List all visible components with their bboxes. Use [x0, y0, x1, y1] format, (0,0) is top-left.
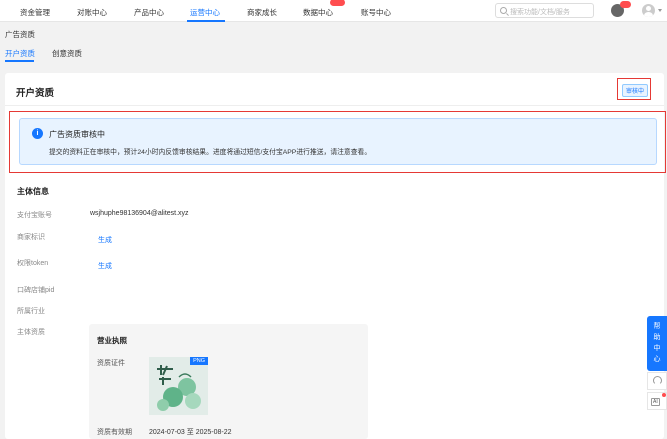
- nav-new-badge: [330, 0, 345, 6]
- validity-value: 2024-07-03 至 2025-08-22: [149, 429, 232, 436]
- top-navigation: 资金管理 对账中心 产品中心 运营中心 商家成长 数据中心 账号中心 搜索功能/…: [0, 0, 667, 22]
- info-icon: i: [32, 128, 43, 139]
- message-badge: [620, 1, 631, 8]
- field-value-alipay-account: wsjhuphe98136904@alitest.xyz: [90, 210, 189, 217]
- nav-active-indicator: [187, 20, 225, 22]
- license-image-thumbnail[interactable]: PNG: [149, 357, 208, 415]
- nav-item-growth[interactable]: 商家成长: [247, 7, 277, 18]
- help-center-button[interactable]: 帮 助 中 心: [647, 316, 667, 371]
- review-alert: i 广告资质审核中 提交的资料正在审核中，预计24小时内反馈审核结果。进度将通过…: [19, 118, 657, 165]
- field-label-koubei-pid: 口碑店铺pid: [17, 287, 55, 294]
- help-char-3: 中: [653, 345, 661, 352]
- nav-item-account[interactable]: 账号中心: [361, 7, 391, 18]
- generate-token-link[interactable]: 生成: [98, 261, 112, 271]
- section-title-entity-info: 主体信息: [17, 187, 49, 196]
- breadcrumb: 广告资质: [5, 30, 35, 39]
- validity-label: 资质有效期: [97, 429, 132, 436]
- help-char-1: 帮: [653, 323, 661, 330]
- search-box[interactable]: 搜索功能/文档/服务: [495, 3, 594, 18]
- nav-item-funds[interactable]: 资金管理: [20, 7, 50, 18]
- field-label-auth-token: 权限token: [17, 260, 49, 267]
- nav-item-reconciliation[interactable]: 对账中心: [77, 7, 107, 18]
- nav-item-operations[interactable]: 运营中心: [190, 7, 220, 18]
- headset-icon: [653, 376, 662, 385]
- ai-icon: AI: [651, 398, 660, 406]
- divider: [5, 105, 664, 106]
- cert-label: 资质证件: [97, 360, 125, 367]
- notification-dot: [662, 393, 666, 397]
- subtab-active-indicator: [5, 60, 34, 62]
- page-title: 开户资质: [16, 88, 55, 99]
- field-label-merchant-id: 商家标识: [17, 234, 45, 241]
- file-type-tag: PNG: [190, 357, 208, 365]
- alert-highlight-frame: i 广告资质审核中 提交的资料正在审核中，预计24小时内反馈审核结果。进度将通过…: [9, 111, 666, 173]
- nav-item-products[interactable]: 产品中心: [134, 7, 164, 18]
- chevron-down-icon[interactable]: [658, 9, 662, 12]
- status-highlight-frame: 审核中: [617, 78, 651, 100]
- field-label-entity-qualification: 主体资质: [17, 329, 45, 336]
- generate-merchant-id-link[interactable]: 生成: [98, 235, 112, 245]
- license-image-art: [149, 357, 208, 415]
- tab-creative-qualification[interactable]: 创意资质: [52, 48, 82, 59]
- license-title: 营业执照: [97, 336, 127, 345]
- help-char-4: 心: [653, 356, 661, 363]
- business-license-panel: 营业执照 资质证件 PNG 资质有效期 2024-07-03 至 2025-08…: [89, 324, 368, 439]
- customer-service-button[interactable]: [647, 372, 667, 390]
- field-label-alipay-account: 支付宝账号: [17, 212, 52, 219]
- search-icon: [500, 7, 507, 14]
- qualification-card: 开户资质 审核中 i 广告资质审核中 提交的资料正在审核中，预计24小时内反馈审…: [5, 73, 666, 439]
- tab-account-qualification[interactable]: 开户资质: [5, 48, 35, 59]
- field-label-industry: 所属行业: [17, 308, 45, 315]
- alert-title: 广告资质审核中: [49, 130, 105, 139]
- status-badge: 审核中: [622, 84, 649, 97]
- avatar[interactable]: [642, 4, 655, 17]
- search-placeholder: 搜索功能/文档/服务: [510, 9, 570, 16]
- alert-message: 提交的资料正在审核中，预计24小时内反馈审核结果。进度将通过短信/支付宝APP进…: [49, 149, 372, 156]
- help-char-2: 助: [653, 334, 661, 341]
- nav-item-data[interactable]: 数据中心: [303, 7, 333, 18]
